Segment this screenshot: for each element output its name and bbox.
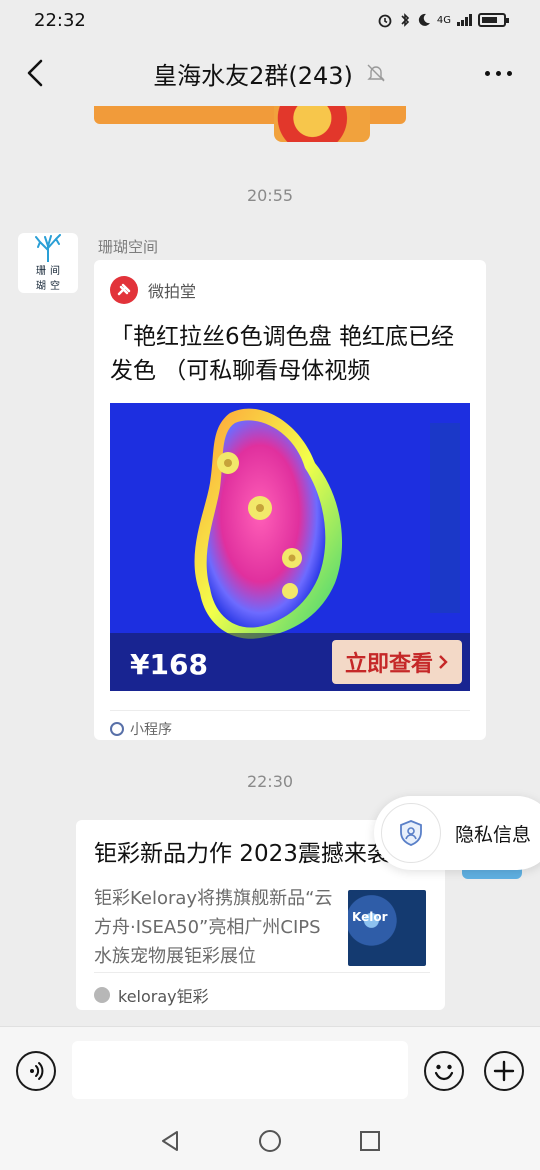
avatar-coral-space[interactable]: 珊 间 瑚 空 [18, 233, 78, 293]
privacy-shield-icon [381, 803, 441, 863]
product-price: ¥168 [130, 648, 208, 681]
article-title: 钜彩新品力作 2023震撼来袭 [94, 841, 390, 867]
article-thumb-text: Kelor [352, 910, 388, 924]
article-footer: keloray钜彩 [94, 972, 430, 1007]
plus-icon [493, 1060, 515, 1082]
sender-name: 珊瑚空间 [98, 238, 159, 256]
battery-icon [478, 13, 509, 27]
voice-button[interactable] [16, 1051, 56, 1091]
back-arrow-icon [27, 59, 43, 87]
timestamp: 20:55 [246, 186, 294, 205]
emoji-icon [434, 1064, 454, 1081]
mini-program-title: 「艳红拉丝6色调色盘 艳红底已经发色 （可私聊看母体视频 [110, 324, 454, 384]
red-packet-illustration [274, 106, 370, 142]
view-now-button[interactable]: 立即查看 [332, 640, 462, 684]
view-now-label: 立即查看 [344, 652, 433, 677]
chevron-right-icon [439, 655, 448, 669]
timestamp: 22:30 [246, 772, 294, 791]
message-input[interactable] [72, 1041, 408, 1099]
input-bar [0, 1026, 540, 1112]
article-description: 钜彩Keloray将携旗舰新品“云方舟·ISEA50”亮相广州CIPS水族宠物展… [94, 888, 333, 967]
network-label: 4G [436, 14, 451, 26]
mini-program-source-name: 微拍堂 [148, 282, 197, 301]
mute-bell-icon [367, 64, 385, 82]
recents-square-icon[interactable] [358, 1129, 382, 1153]
signal-icon [457, 14, 472, 26]
chat-title: 皇海水友2群(243) [153, 61, 353, 90]
coral-product-image: ¥168 立即查看 [110, 403, 470, 691]
status-bar: 22:32 4G [0, 0, 540, 40]
bluetooth-icon [401, 13, 410, 27]
alarm-icon [378, 14, 392, 28]
back-triangle-icon[interactable] [158, 1129, 182, 1153]
privacy-info-button[interactable]: 隐私信息 [374, 796, 540, 870]
more-dots-icon [484, 70, 490, 76]
chat-header: 皇海水友2群(243) [0, 40, 540, 106]
more-functions-button[interactable] [484, 1051, 524, 1091]
mini-program-icon [110, 722, 124, 736]
privacy-info-label: 隐私信息 [455, 823, 532, 846]
article-source: keloray钜彩 [118, 987, 209, 1006]
chat-area[interactable]: 20:55 珊 间 瑚 空 珊瑚空间 微拍堂 「艳红拉丝6色调色盘 艳红底已经发… [0, 106, 540, 1026]
red-packet-card-partial[interactable] [94, 106, 406, 142]
weipaitang-logo-icon [110, 276, 138, 304]
mini-program-label: 小程序 [130, 722, 172, 738]
mini-program-footer: 小程序 [110, 710, 470, 739]
system-navigation-bar [0, 1112, 540, 1170]
emoji-button[interactable] [424, 1051, 464, 1091]
keloray-source-icon [94, 987, 110, 1003]
back-button[interactable] [18, 56, 52, 90]
coral-logo-icon [35, 234, 61, 262]
moon-icon [418, 13, 430, 26]
status-icons: 4G [377, 12, 509, 28]
mini-program-card[interactable]: 微拍堂 「艳红拉丝6色调色盘 艳红底已经发色 （可私聊看母体视频 ¥168 立即… [94, 260, 486, 740]
clock-time: 22:32 [34, 9, 86, 31]
more-button[interactable] [478, 56, 518, 90]
home-circle-icon[interactable] [257, 1128, 283, 1154]
price-band: ¥168 立即查看 [110, 633, 470, 691]
article-thumbnail: Kelor [348, 890, 426, 966]
mini-program-source: 微拍堂 [110, 276, 196, 304]
voice-icon [30, 1062, 44, 1080]
